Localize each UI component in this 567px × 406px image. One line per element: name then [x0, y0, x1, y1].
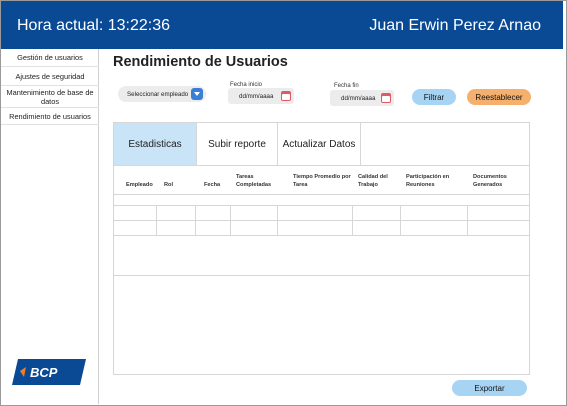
- employee-select[interactable]: Seleccionar empleado: [118, 86, 206, 102]
- end-date-value: dd/mm/aaaa: [341, 94, 376, 102]
- reset-button[interactable]: Reestablecer: [467, 89, 531, 105]
- current-time: Hora actual: 13:22:36: [17, 17, 170, 34]
- sidebar-item-label: Ajustes de seguridad: [15, 71, 85, 81]
- sidebar-item-label: Gestión de usuarios: [17, 53, 83, 62]
- start-date-field[interactable]: dd/mm/aaaa: [228, 88, 294, 104]
- statistics-panel: Estadisticas Subir reporte Actualizar Da…: [113, 122, 530, 375]
- column-header-date: Fecha: [204, 182, 221, 188]
- end-date-field[interactable]: dd/mm/aaaa: [330, 90, 394, 106]
- column-header-work-quality: Calidad del Trabajo: [358, 174, 388, 188]
- table-divider: [230, 205, 231, 235]
- page-title: Rendimiento de Usuarios: [113, 54, 288, 70]
- column-header-role: Rol: [164, 182, 174, 188]
- main-content: Rendimiento de Usuarios Seleccionar empl…: [100, 49, 563, 404]
- table-divider: [277, 205, 278, 235]
- column-header-avg-time: Tiempo Promedio por Tarea: [293, 174, 351, 188]
- column-header-employee: Empleado: [126, 182, 153, 188]
- filter-button[interactable]: Filtrar: [412, 89, 456, 105]
- chevron-down-icon[interactable]: [191, 88, 203, 100]
- sidebar: Gestión de usuarios Ajustes de seguridad…: [1, 49, 99, 404]
- table-divider: [114, 275, 529, 276]
- sidebar-item-user-management[interactable]: Gestión de usuarios: [1, 49, 99, 67]
- tabs-divider: [114, 165, 529, 166]
- export-button[interactable]: Exportar: [452, 380, 527, 396]
- tab-update-data[interactable]: Actualizar Datos: [278, 123, 361, 165]
- table-divider: [156, 205, 157, 235]
- employee-select-value: Seleccionar empleado: [127, 90, 189, 98]
- table-divider: [352, 205, 353, 235]
- table-divider: [467, 205, 468, 235]
- table-divider: [195, 205, 196, 235]
- table-divider: [114, 194, 529, 195]
- user-name: Juan Erwin Perez Arnao: [369, 17, 541, 34]
- column-header-completed-tasks: Tareas Completadas: [236, 174, 272, 188]
- column-header-documents: Documentos Generados: [473, 174, 507, 188]
- tab-upload-report[interactable]: Subir reporte: [197, 123, 278, 165]
- sidebar-item-user-performance[interactable]: Rendimiento de usuarios: [1, 108, 99, 125]
- calendar-icon[interactable]: [381, 93, 391, 103]
- sidebar-item-label: Rendimiento de usuarios: [9, 111, 91, 121]
- sidebar-item-security-settings[interactable]: Ajustes de seguridad: [1, 67, 99, 86]
- end-date-label: Fecha fin: [334, 83, 359, 89]
- logo-text: BCP: [30, 365, 58, 380]
- column-header-meeting-participation: Participación en Reuniones: [406, 174, 450, 188]
- sidebar-item-database-maintenance[interactable]: Mantenimiento de base de datos: [1, 86, 99, 108]
- table-divider: [400, 205, 401, 235]
- start-date-value: dd/mm/aaaa: [239, 92, 274, 100]
- sidebar-item-label: Mantenimiento de base de datos: [6, 87, 94, 106]
- table-divider: [114, 235, 529, 236]
- tab-statistics[interactable]: Estadisticas: [114, 123, 197, 165]
- top-header: Hora actual: 13:22:36 Juan Erwin Perez A…: [1, 1, 563, 49]
- bcp-logo: BCP: [12, 359, 86, 385]
- calendar-icon[interactable]: [281, 91, 291, 101]
